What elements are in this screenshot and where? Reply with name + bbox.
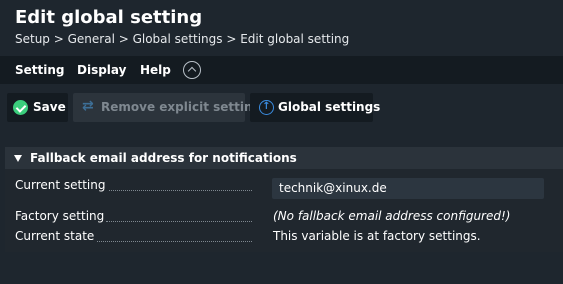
current-state-label: Current state [15, 229, 95, 243]
dotted-leader [97, 241, 252, 242]
save-button[interactable]: Save [7, 93, 68, 122]
info-circle-icon: ↑ [259, 100, 274, 115]
dotted-leader [106, 221, 252, 222]
current-setting-value[interactable]: technik@xinux.de [272, 178, 544, 199]
menu-help[interactable]: Help [140, 63, 171, 77]
factory-setting-label: Factory setting [15, 209, 105, 223]
check-circle-icon [13, 100, 28, 115]
menu-setting[interactable]: Setting [15, 63, 65, 77]
page-header: Edit global setting Setup > General > Gl… [0, 0, 563, 56]
breadcrumb[interactable]: Setup > General > Global settings > Edit… [15, 32, 349, 46]
section-title[interactable]: Fallback email address for notifications [30, 151, 297, 165]
global-settings-button[interactable]: ↑ Global settings [250, 93, 380, 122]
page-title: Edit global setting [15, 7, 203, 28]
menu-display[interactable]: Display [77, 63, 126, 77]
factory-setting-value: (No fallback email address configured!) [273, 209, 511, 223]
save-button-label: Save [33, 100, 66, 114]
chevron-up-circle-icon[interactable] [183, 61, 201, 79]
dotted-leader [109, 190, 252, 191]
current-setting-label: Current setting [15, 178, 106, 192]
current-state-value: This variable is at factory settings. [273, 229, 481, 243]
reset-arrows-icon: ⇄ [82, 98, 94, 114]
triangle-down-icon[interactable] [14, 155, 22, 162]
remove-explicit-setting-label: Remove explicit setting [101, 100, 262, 114]
remove-explicit-setting-button[interactable]: ⇄ Remove explicit setting [73, 93, 261, 122]
global-settings-label: Global settings [278, 100, 381, 114]
